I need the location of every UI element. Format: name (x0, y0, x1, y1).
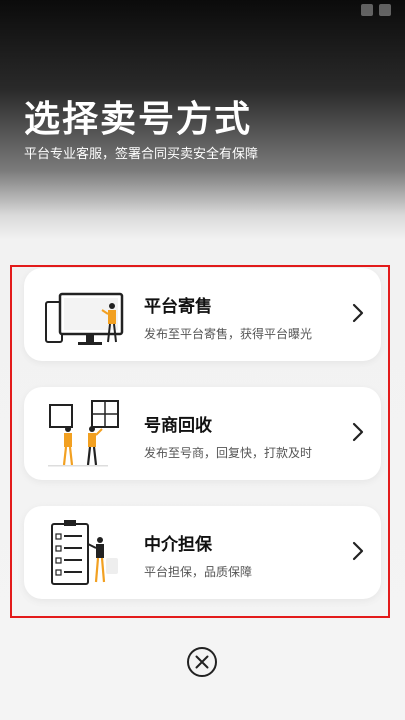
option-card-dealer-recycle[interactable]: 号商回收 发布至号商，回复快，打款及时 (24, 387, 381, 480)
checklist-person-illustration (51, 520, 118, 585)
page-title: 选择卖号方式 (24, 99, 253, 140)
page-subtitle: 平台专业客服，签署合同买卖安全有保障 (24, 147, 259, 162)
option-title: 号商回收 (144, 416, 212, 436)
option-card-escrow[interactable]: 中介担保 平台担保，品质保障 (24, 506, 381, 599)
status-bar (0, 0, 405, 26)
status-icons (361, 4, 391, 16)
computer-screen-person-illustration (45, 292, 124, 345)
chevron-right-icon (352, 422, 364, 442)
chevron-right-icon (352, 303, 364, 323)
close-circle-icon[interactable] (186, 646, 218, 678)
option-description: 平台担保，品质保障 (144, 565, 253, 579)
option-title: 中介担保 (144, 535, 212, 555)
signal-icon (361, 4, 373, 16)
option-card-consignment[interactable]: 平台寄售 发布至平台寄售，获得平台曝光 (24, 268, 381, 361)
option-title: 平台寄售 (144, 297, 212, 317)
option-description: 发布至平台寄售，获得平台曝光 (144, 327, 313, 341)
chevron-right-icon (352, 541, 364, 561)
option-description: 发布至号商，回复快，打款及时 (144, 446, 313, 460)
two-people-window-illustration (48, 400, 119, 467)
battery-icon (379, 4, 391, 16)
